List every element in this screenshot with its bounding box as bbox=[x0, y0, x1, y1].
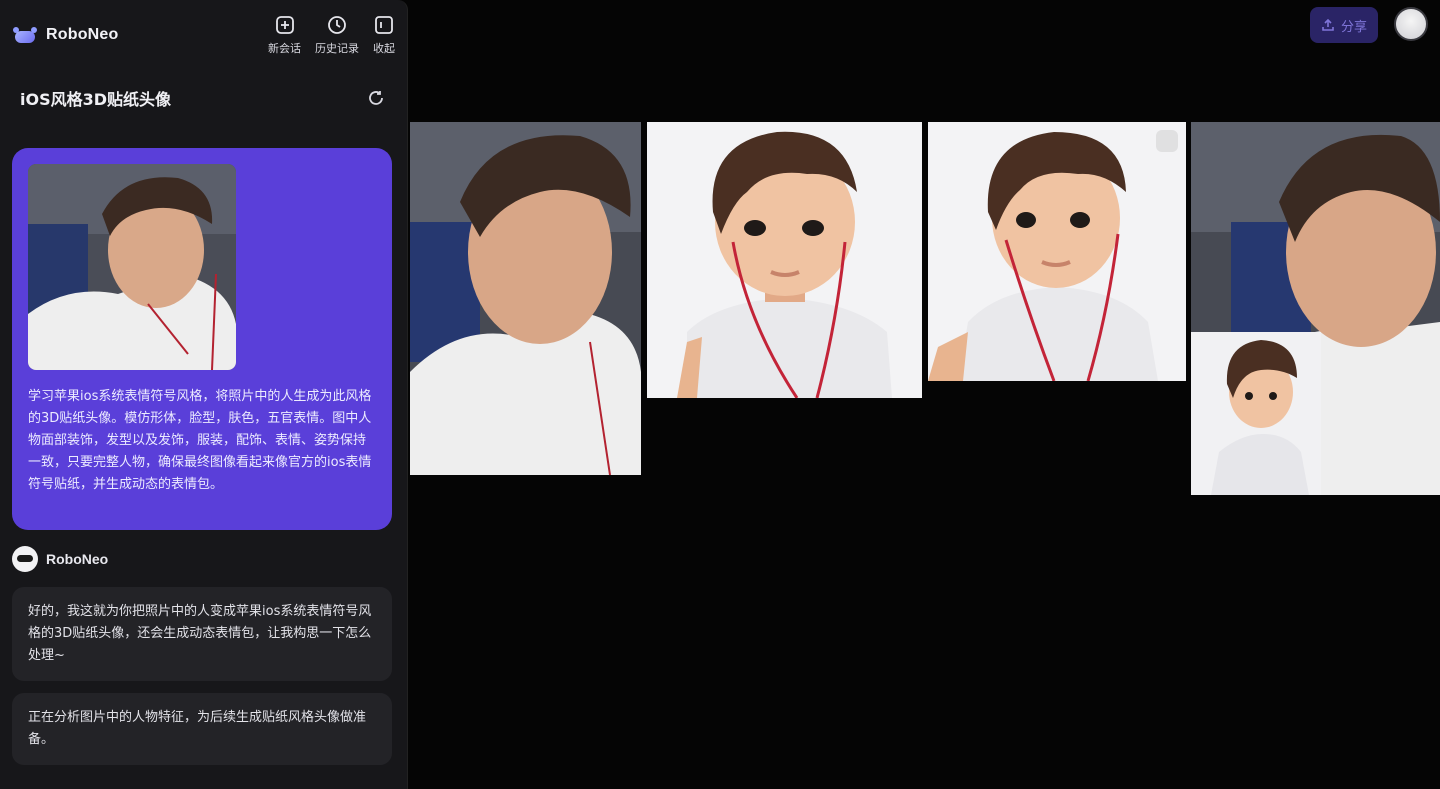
bot-message-bubble: 好的，我这就为你把照片中的人变成苹果ios系统表情符号风格的3D贴纸头像，还会生… bbox=[12, 587, 392, 681]
share-label: 分享 bbox=[1340, 19, 1367, 35]
app-root: RoboNeo 新会话 历史记录 收起 iOS风格3D贴纸头像 学习苹果ios系… bbox=[0, 0, 1440, 789]
app-logo[interactable]: RoboNeo bbox=[12, 26, 119, 44]
roboneo-logo-icon bbox=[12, 26, 38, 44]
bot-name: RoboNeo bbox=[46, 551, 109, 567]
sidebar-topbar: RoboNeo 新会话 历史记录 收起 bbox=[0, 0, 407, 70]
history-label: 历史记录 bbox=[315, 42, 359, 55]
bot-avatar bbox=[12, 546, 38, 572]
bot-header: RoboNeo bbox=[12, 546, 108, 572]
profile-avatar[interactable] bbox=[1394, 7, 1428, 41]
clock-icon bbox=[326, 14, 348, 36]
session-title: iOS风格3D贴纸头像 bbox=[20, 90, 172, 109]
new-chat-label: 新会话 bbox=[268, 42, 301, 55]
canvas-header: 分享 bbox=[408, 0, 1440, 52]
uploaded-photo-thumbnail[interactable] bbox=[28, 164, 236, 370]
canvas-image-sticker-1[interactable] bbox=[647, 122, 922, 398]
share-button[interactable]: 分享 bbox=[1310, 7, 1378, 43]
collapse-label: 收起 bbox=[373, 42, 395, 55]
canvas-image-original[interactable] bbox=[410, 122, 641, 475]
tile-action-icon[interactable] bbox=[1156, 130, 1178, 152]
sidebar-collapse-icon bbox=[373, 14, 395, 36]
session-header: iOS风格3D贴纸头像 bbox=[0, 70, 407, 126]
refresh-icon[interactable] bbox=[365, 87, 387, 109]
app-name: RoboNeo bbox=[46, 26, 119, 43]
sidebar-actions: 新会话 历史记录 收起 bbox=[268, 14, 395, 56]
canvas-image-sticker-2[interactable] bbox=[928, 122, 1186, 381]
plus-square-icon bbox=[274, 14, 296, 36]
share-icon bbox=[1322, 18, 1334, 31]
user-message-text: 学习苹果ios系统表情符号风格，将照片中的人生成为此风格的3D贴纸头像。模仿形体… bbox=[28, 389, 372, 492]
chat-sidebar: RoboNeo 新会话 历史记录 收起 iOS风格3D贴纸头像 学习苹果ios系… bbox=[0, 0, 408, 789]
bot-status-bubble: 正在分析图片中的人物特征，为后续生成贴纸风格头像做准备。 bbox=[12, 693, 392, 765]
new-chat-button[interactable]: 新会话 bbox=[268, 14, 301, 56]
user-message-bubble: 学习苹果ios系统表情符号风格，将照片中的人生成为此风格的3D贴纸头像。模仿形体… bbox=[12, 148, 392, 530]
bot-message-text: 好的，我这就为你把照片中的人变成苹果ios系统表情符号风格的3D贴纸头像，还会生… bbox=[28, 604, 372, 663]
history-button[interactable]: 历史记录 bbox=[315, 14, 359, 56]
collapse-sidebar-button[interactable]: 收起 bbox=[373, 14, 395, 56]
canvas-image-composite[interactable] bbox=[1191, 122, 1440, 495]
bot-status-text: 正在分析图片中的人物特征，为后续生成贴纸风格头像做准备。 bbox=[28, 710, 367, 747]
